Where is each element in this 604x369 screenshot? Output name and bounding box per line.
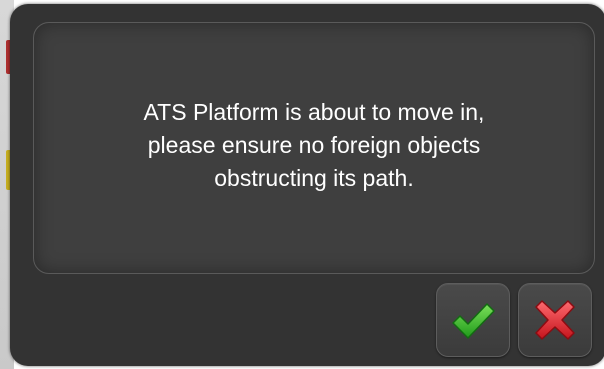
x-icon xyxy=(535,300,575,340)
dialog-message: ATS Platform is about to move in, please… xyxy=(143,98,485,191)
message-panel: ATS Platform is about to move in, please… xyxy=(33,22,595,274)
cancel-button[interactable] xyxy=(518,283,592,357)
confirmation-dialog: ATS Platform is about to move in, please… xyxy=(10,4,604,366)
confirm-button[interactable] xyxy=(436,283,510,357)
checkmark-icon xyxy=(452,303,495,339)
